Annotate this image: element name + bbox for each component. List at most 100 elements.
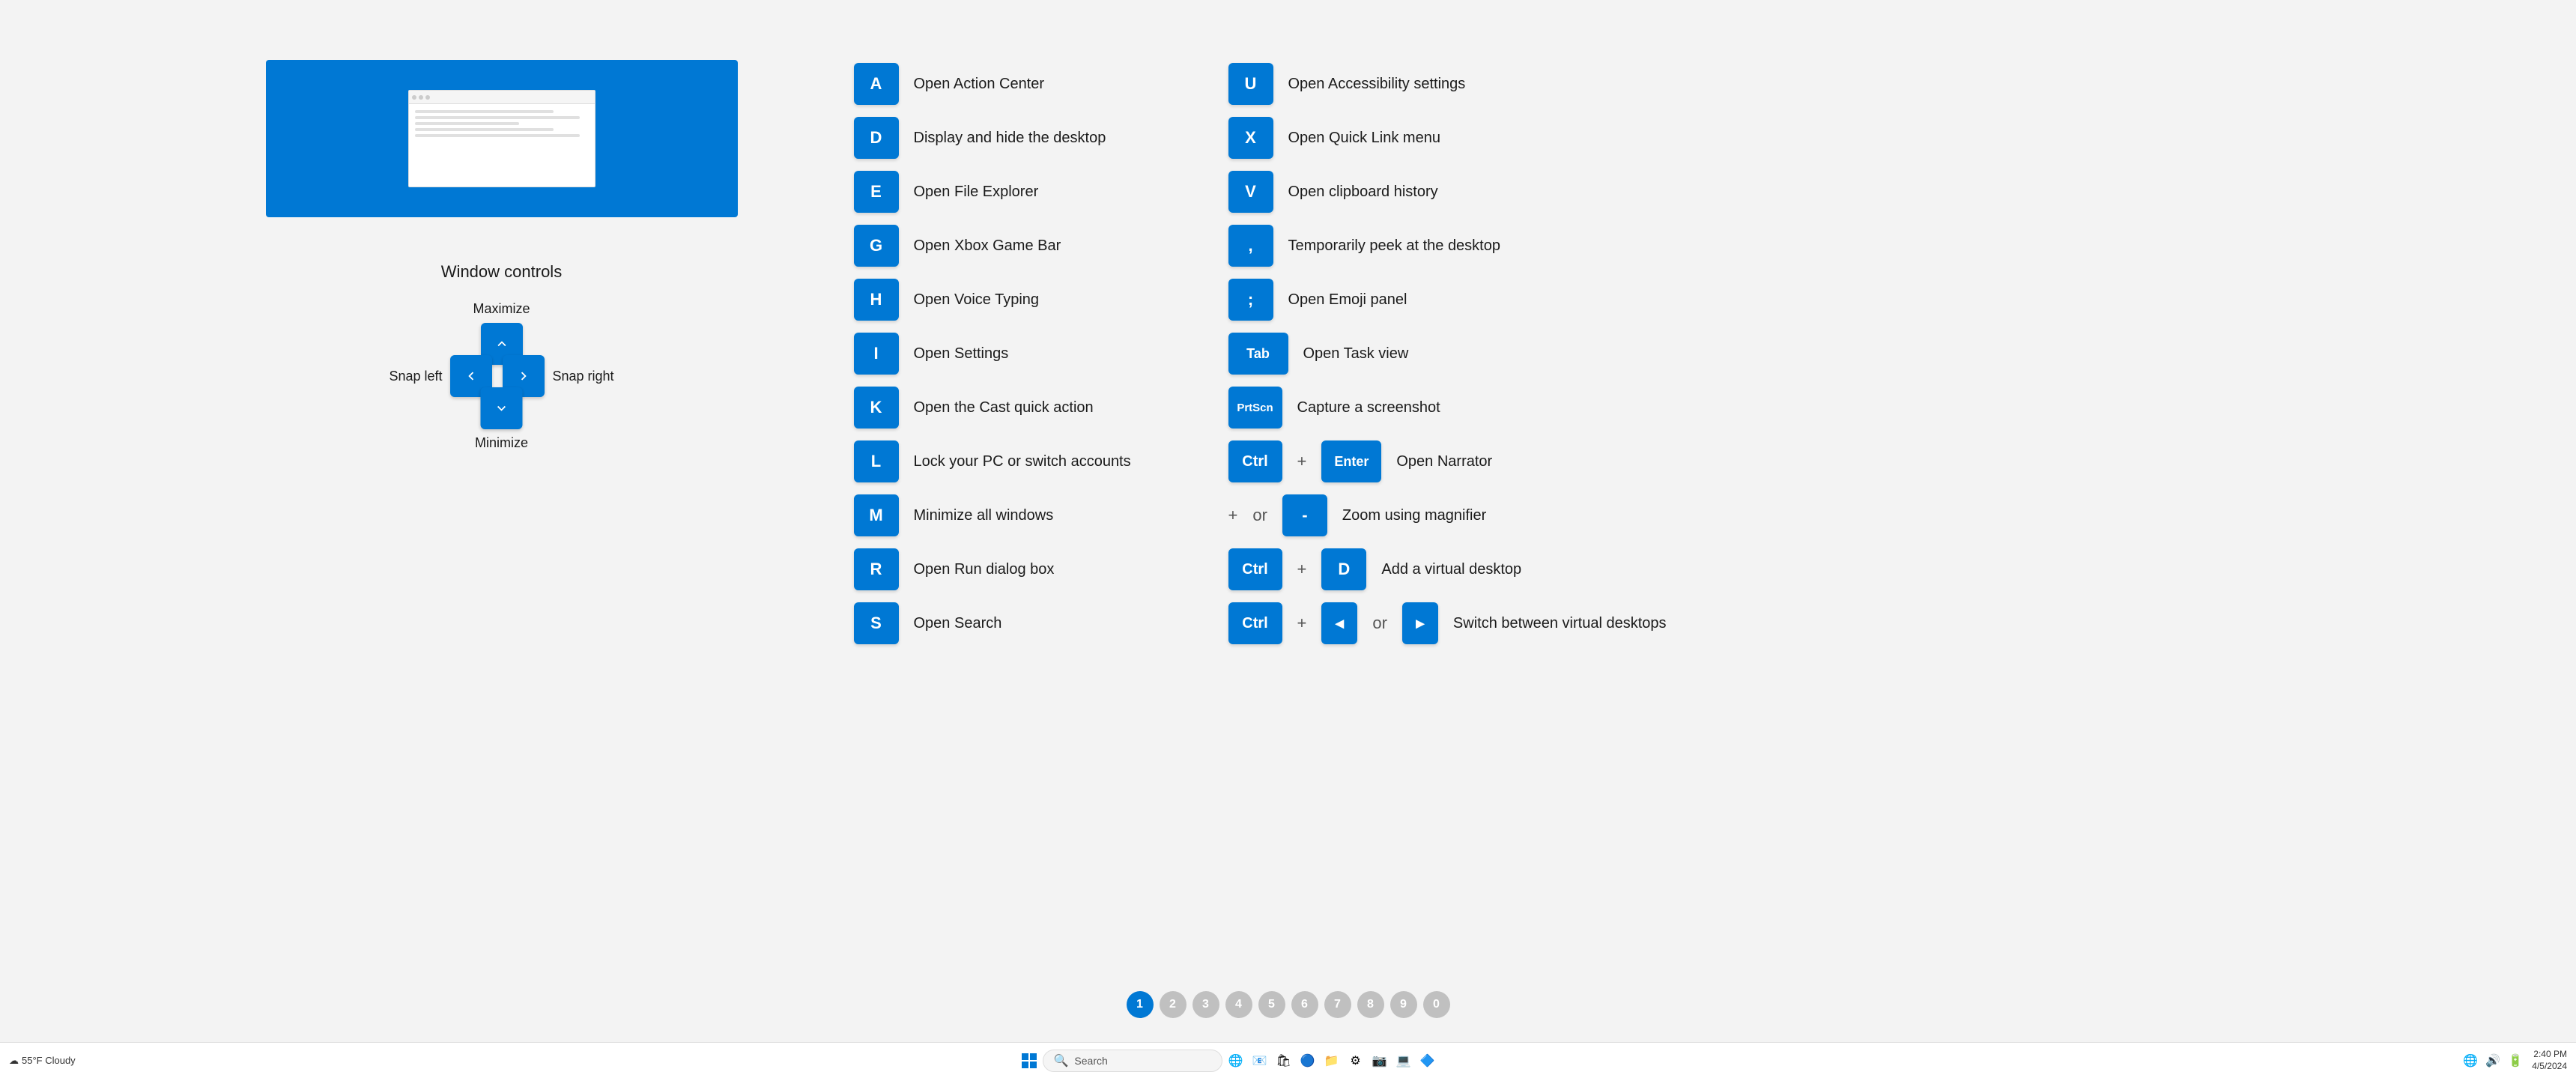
pagination-dot[interactable]: 7 (1324, 991, 1351, 1018)
taskbar-icon-settings[interactable]: ⚙ (1345, 1050, 1366, 1071)
clock-date: 4/5/2024 (2532, 1061, 2567, 1073)
taskbar-icon-mail[interactable]: 📧 (1249, 1050, 1270, 1071)
window-line (415, 110, 554, 113)
minimize-button[interactable] (480, 387, 522, 429)
shortcut-row: H Open Voice Typing (854, 276, 1154, 324)
shortcut-desc: Open File Explorer (914, 184, 1039, 201)
window-inner (408, 90, 595, 187)
key-badge[interactable]: - (1282, 494, 1327, 536)
key-badge[interactable]: ◂ (1321, 602, 1357, 644)
shortcut-desc: Display and hide the desktop (914, 130, 1106, 147)
plus-sign: + (1297, 452, 1307, 471)
window-line (415, 122, 519, 125)
key-badge[interactable]: V (1228, 171, 1273, 213)
pagination-dot[interactable]: 2 (1160, 991, 1187, 1018)
key-badge[interactable]: E (854, 171, 899, 213)
search-icon: 🔍 (1054, 1053, 1069, 1068)
shortcut-row: Tab Open Task view (1228, 330, 1667, 378)
taskbar-icon-camera[interactable]: 📷 (1369, 1050, 1390, 1071)
shortcut-desc: Open Task view (1303, 345, 1409, 363)
windows-start-button[interactable] (1019, 1050, 1040, 1071)
pagination-dot[interactable]: 1 (1127, 991, 1154, 1018)
content-wrapper: Window controls Maximize Snap left (90, 60, 2487, 647)
pagination-dot[interactable]: 3 (1192, 991, 1219, 1018)
weather-widget[interactable]: ☁ 55°F Cloudy (9, 1055, 76, 1067)
shortcut-row: UOpen Accessibility settings (1228, 60, 1667, 108)
key-badge[interactable]: Tab (1228, 333, 1288, 375)
key-badge[interactable]: H (854, 279, 899, 321)
key-badge[interactable]: I (854, 333, 899, 375)
plus-sign: + (1228, 506, 1238, 525)
shortcut-desc: Open Settings (914, 345, 1009, 363)
controls-layout: Maximize Snap left (390, 301, 614, 451)
shortcut-desc: Open Narrator (1396, 453, 1492, 470)
taskbar-search[interactable]: 🔍 Search (1043, 1050, 1222, 1072)
key-badge[interactable]: D (854, 117, 899, 159)
key-badge[interactable]: Ctrl (1228, 602, 1282, 644)
pagination-dot[interactable]: 8 (1357, 991, 1384, 1018)
taskbar-clock[interactable]: 2:40 PM 4/5/2024 (2532, 1049, 2567, 1072)
key-badge[interactable]: U (1228, 63, 1273, 105)
title-dot (412, 95, 416, 100)
key-badge[interactable]: PrtScn (1228, 387, 1282, 429)
taskbar-icon-terminal[interactable]: 💻 (1393, 1050, 1414, 1071)
title-dot (419, 95, 423, 100)
weather-icon: ☁ (9, 1055, 19, 1067)
shortcut-desc: Temporarily peek at the desktop (1288, 237, 1501, 255)
key-badge[interactable]: L (854, 440, 899, 482)
snap-left-label: Snap left (390, 369, 443, 384)
key-badge[interactable]: X (1228, 117, 1273, 159)
shortcut-desc: Open Voice Typing (914, 291, 1040, 309)
controls-title: Window controls (441, 262, 562, 282)
taskbar-icon-browser[interactable]: 🌐 (1225, 1050, 1246, 1071)
key-badge[interactable]: R (854, 548, 899, 590)
taskbar: ☁ 55°F Cloudy 🔍 Search 🌐 📧 🛍 🔵 📁 ⚙ 📷 💻 🔷… (0, 1042, 2576, 1078)
taskbar-icon-files[interactable]: 📁 (1321, 1050, 1342, 1071)
key-badge[interactable]: G (854, 225, 899, 267)
key-badge[interactable]: D (1321, 548, 1366, 590)
system-tray: 🌐 🔊 🔋 (2460, 1050, 2526, 1071)
shortcut-desc: Lock your PC or switch accounts (914, 453, 1131, 470)
taskbar-icon-store[interactable]: 🛍 (1273, 1050, 1294, 1071)
shortcut-row: Ctrl+◂or▸Switch between virtual desktops (1228, 599, 1667, 647)
key-badge[interactable]: ; (1228, 279, 1273, 321)
key-badge[interactable]: M (854, 494, 899, 536)
maximize-label: Maximize (473, 301, 530, 317)
key-badge[interactable]: ▸ (1402, 602, 1438, 644)
key-badge[interactable]: Enter (1321, 440, 1381, 482)
shortcut-desc: Zoom using magnifier (1342, 507, 1486, 524)
pagination-dot[interactable]: 9 (1390, 991, 1417, 1018)
shortcuts-left-column: AOpen Action CenterDDisplay and hide the… (854, 60, 1154, 647)
shortcut-row: , Temporarily peek at the desktop (1228, 222, 1667, 270)
key-badge[interactable]: A (854, 63, 899, 105)
tray-icon-volume[interactable]: 🔊 (2482, 1050, 2503, 1071)
pagination-dot[interactable]: 5 (1258, 991, 1285, 1018)
shortcut-row: E Open File Explorer (854, 168, 1154, 216)
shortcut-row: K Open the Cast quick action (854, 384, 1154, 431)
shortcuts-container: AOpen Action CenterDDisplay and hide the… (854, 60, 2337, 647)
key-badge[interactable]: Ctrl (1228, 548, 1282, 590)
key-badge[interactable]: , (1228, 225, 1273, 267)
shortcut-row: X Open Quick Link menu (1228, 114, 1667, 162)
shortcut-row: V Open clipboard history (1228, 168, 1667, 216)
shortcut-desc: Open Quick Link menu (1288, 130, 1440, 147)
key-badge[interactable]: S (854, 602, 899, 644)
pagination-dot[interactable]: 6 (1291, 991, 1318, 1018)
taskbar-center: 🔍 Search 🌐 📧 🛍 🔵 📁 ⚙ 📷 💻 🔷 (102, 1050, 2354, 1072)
key-badge[interactable]: Ctrl (1228, 440, 1282, 482)
pagination-dot[interactable]: 0 (1423, 991, 1450, 1018)
shortcut-desc: Open Search (914, 615, 1002, 632)
taskbar-left: ☁ 55°F Cloudy (9, 1055, 99, 1067)
tray-icon-network[interactable]: 🌐 (2460, 1050, 2481, 1071)
shortcut-desc: Open the Cast quick action (914, 399, 1094, 417)
shortcut-desc: Open clipboard history (1288, 184, 1438, 201)
weather-text: 55°F Cloudy (22, 1055, 76, 1066)
shortcut-row: Ctrl+DAdd a virtual desktop (1228, 545, 1667, 593)
shortcut-row: I Open Settings (854, 330, 1154, 378)
taskbar-icon-vscode[interactable]: 🔷 (1417, 1050, 1438, 1071)
shortcut-row: Ctrl + Enter Open Narrator (1228, 437, 1667, 485)
tray-icon-battery[interactable]: 🔋 (2505, 1050, 2526, 1071)
taskbar-icon-edge[interactable]: 🔵 (1297, 1050, 1318, 1071)
pagination-dot[interactable]: 4 (1225, 991, 1252, 1018)
key-badge[interactable]: K (854, 387, 899, 429)
